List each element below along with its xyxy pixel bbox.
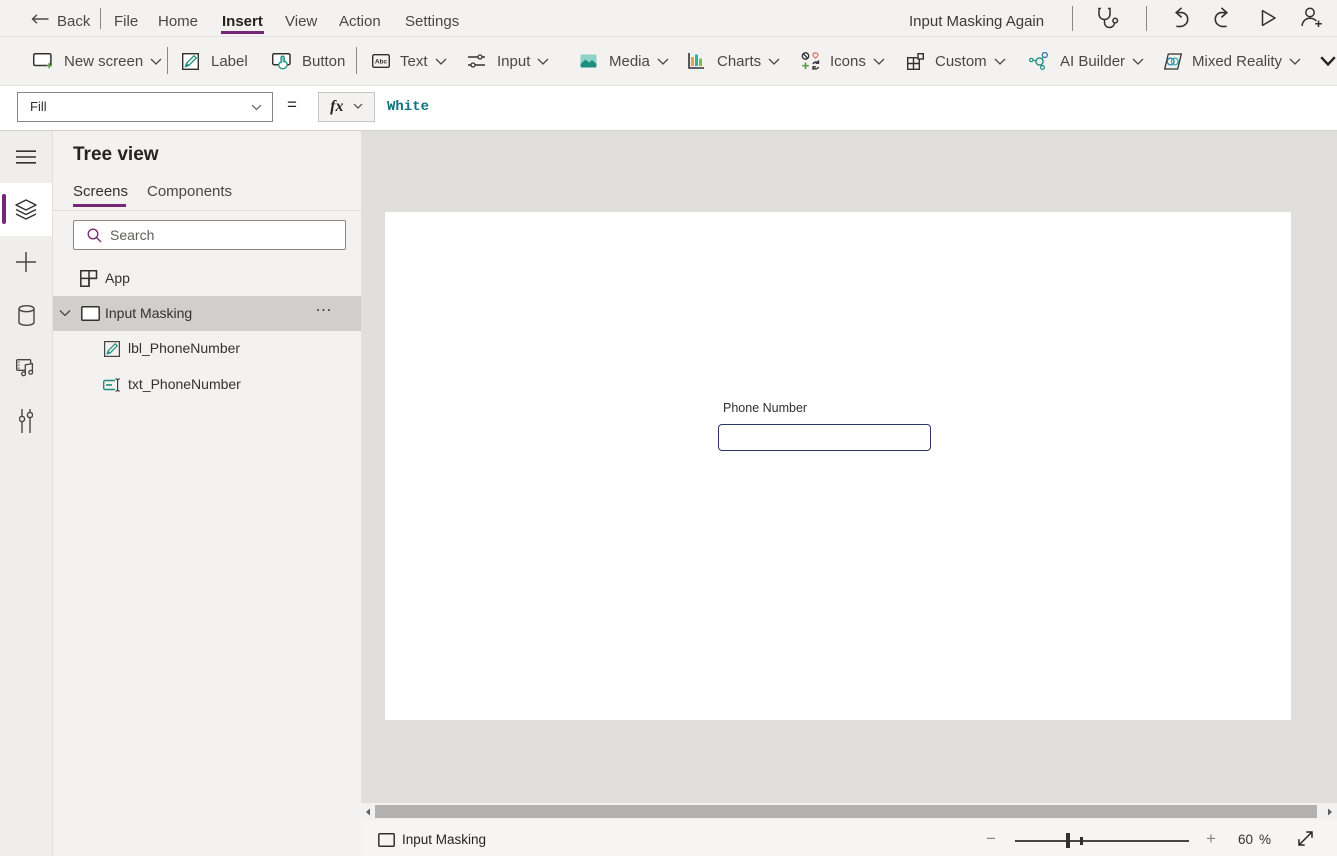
- svg-text:Abc: Abc: [375, 59, 388, 66]
